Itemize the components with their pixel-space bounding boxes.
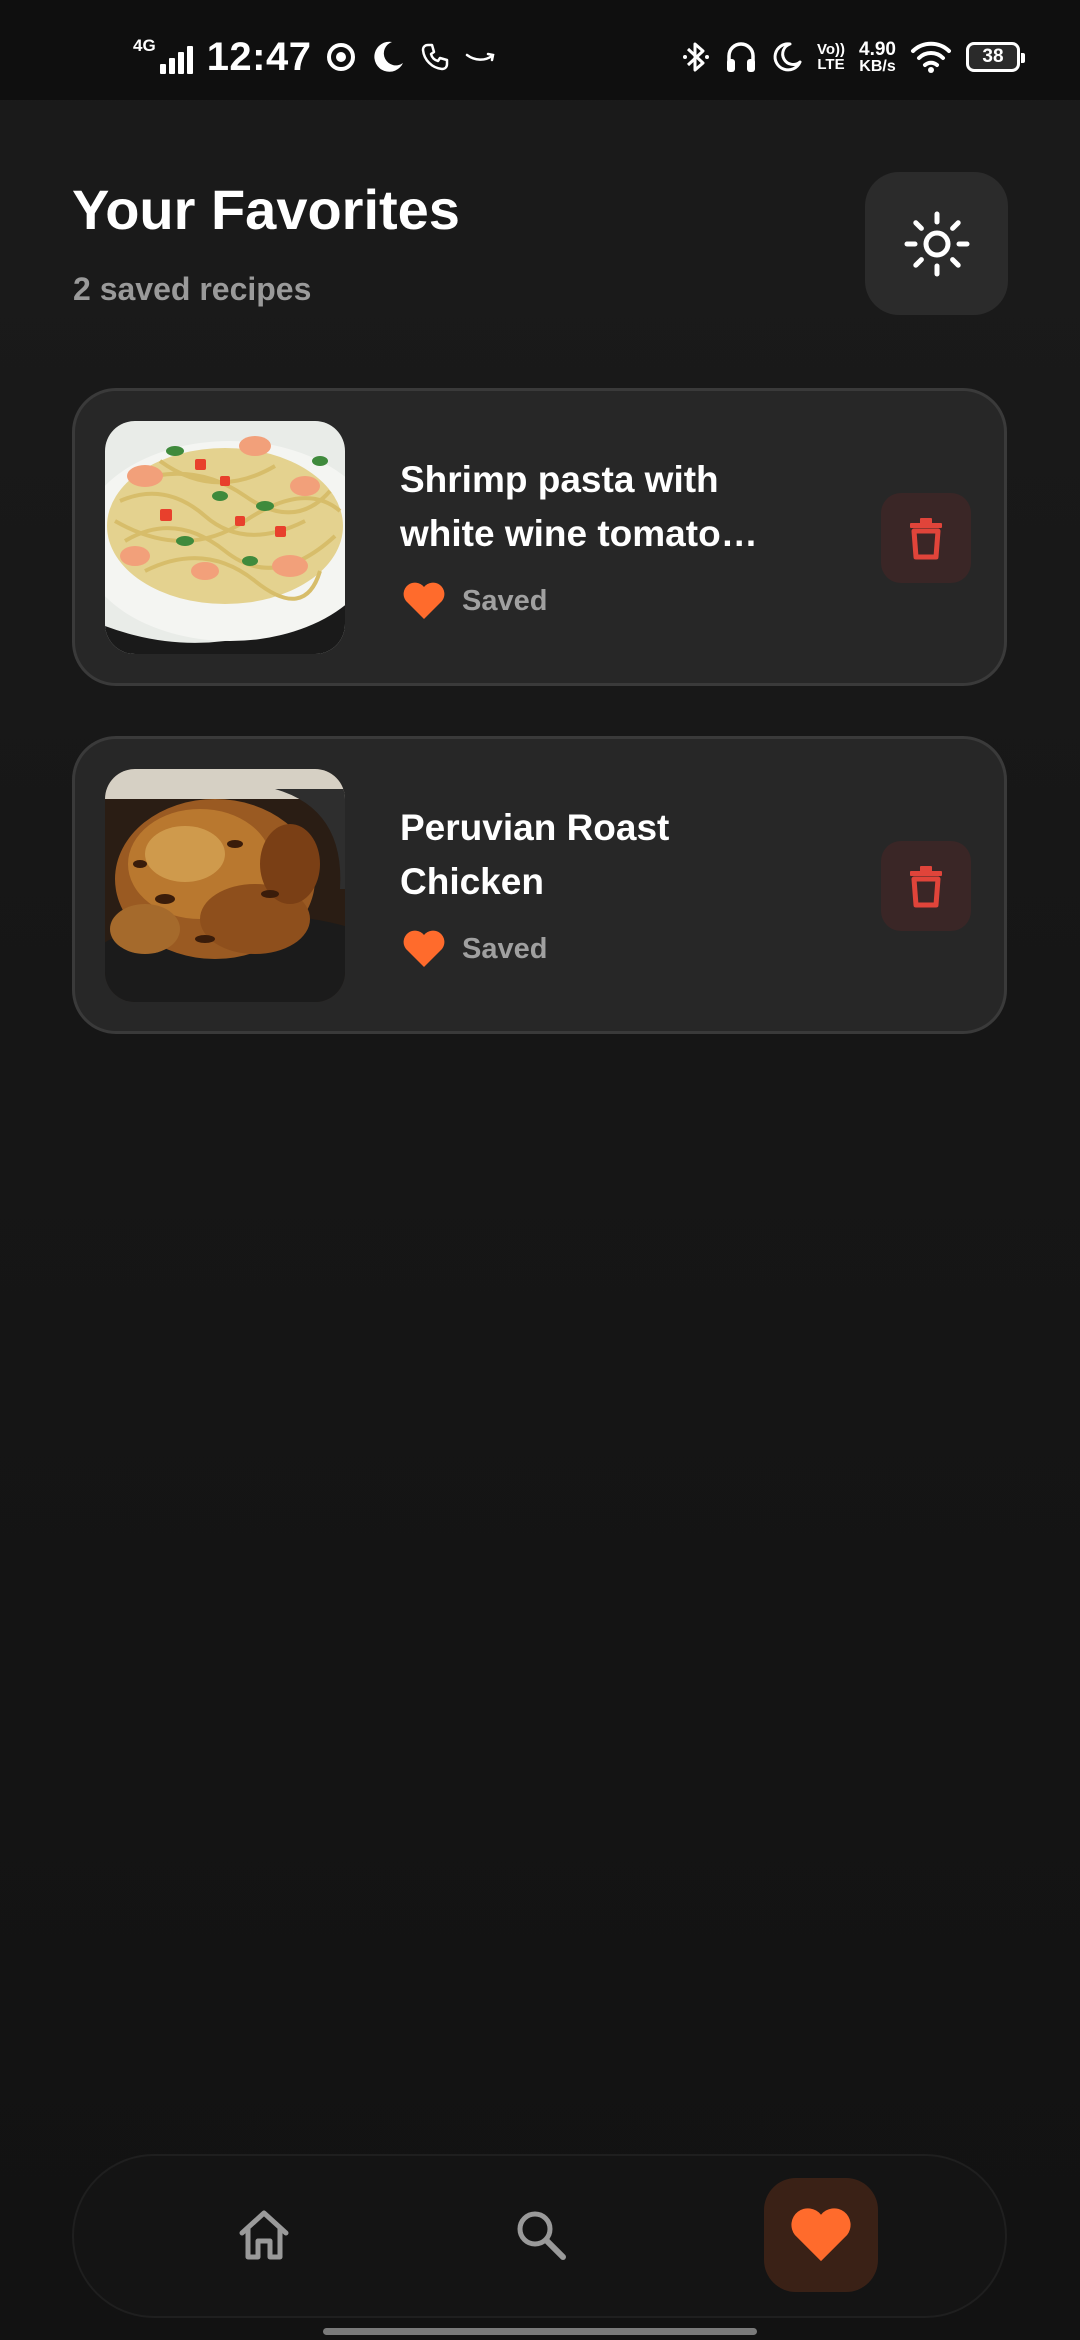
wifi-icon [911,41,951,73]
nav-favorites-button[interactable] [764,2178,878,2292]
home-icon [239,2210,289,2260]
volte-bottom-label: LTE [817,56,845,73]
trash-icon [910,518,942,560]
moon-icon [373,41,403,72]
amazon-icon [465,52,494,62]
page-title: Your Favorites [72,178,460,241]
moon-icon [773,42,802,72]
network-speed-unit: KB/s [859,58,896,75]
delete-favorite-button[interactable] [881,841,971,931]
recipe-title: Shrimp pasta with white wine tomato sauc… [400,459,721,554]
saved-label: Saved [462,932,548,965]
status-left-group: 4G 12:47 [133,32,496,82]
delete-favorite-button[interactable] [881,493,971,583]
headphones-icon [726,42,755,72]
nav-home-button[interactable] [207,2178,321,2292]
battery-level: 38 [982,46,1004,67]
saved-status: Saved [402,581,547,621]
saved-count-subtitle: 2 saved recipes [73,271,312,307]
battery-icon: 38 [966,42,1025,72]
status-bar: 4G 12:47 Vo)) LTE 4.90 KB/s 38 [0,0,1080,100]
network-speed-value: 4.90 [859,39,896,60]
theme-toggle-button[interactable] [865,172,1008,315]
bluetooth-icon [682,42,709,72]
recipe-image-shrimp-pasta [105,421,345,654]
clock-time: 12:47 [206,34,312,79]
phone-icon [421,43,448,71]
bottom-navigation-bar [72,2154,1007,2318]
heart-icon [403,930,445,967]
signal-icon [159,40,193,74]
target-icon [326,43,355,71]
recipe-title: Peruvian Roast Chicken [400,807,670,902]
sun-icon [904,211,969,276]
volte-icon: Vo)) LTE [817,42,845,72]
recipe-image-roast-chicken [105,769,345,1002]
trash-icon [910,866,942,908]
search-icon [517,2211,566,2260]
status-right-group: Vo)) LTE 4.90 KB/s 38 [681,32,1025,82]
volte-top-label: Vo)) [816,41,846,58]
heart-icon [403,582,445,619]
network-speed: 4.90 KB/s [859,39,896,75]
network-type-label: 4G [133,35,156,55]
saved-status: Saved [402,929,547,969]
saved-label: Saved [462,584,548,617]
favorite-recipe-card[interactable]: Shrimp pasta with white wine tomato sauc… [72,388,1007,686]
home-gesture-indicator[interactable] [323,2328,757,2335]
nav-search-button[interactable] [484,2178,598,2292]
heart-icon [791,2208,851,2262]
favorite-recipe-card[interactable]: Peruvian Roast Chicken Saved [72,736,1007,1034]
